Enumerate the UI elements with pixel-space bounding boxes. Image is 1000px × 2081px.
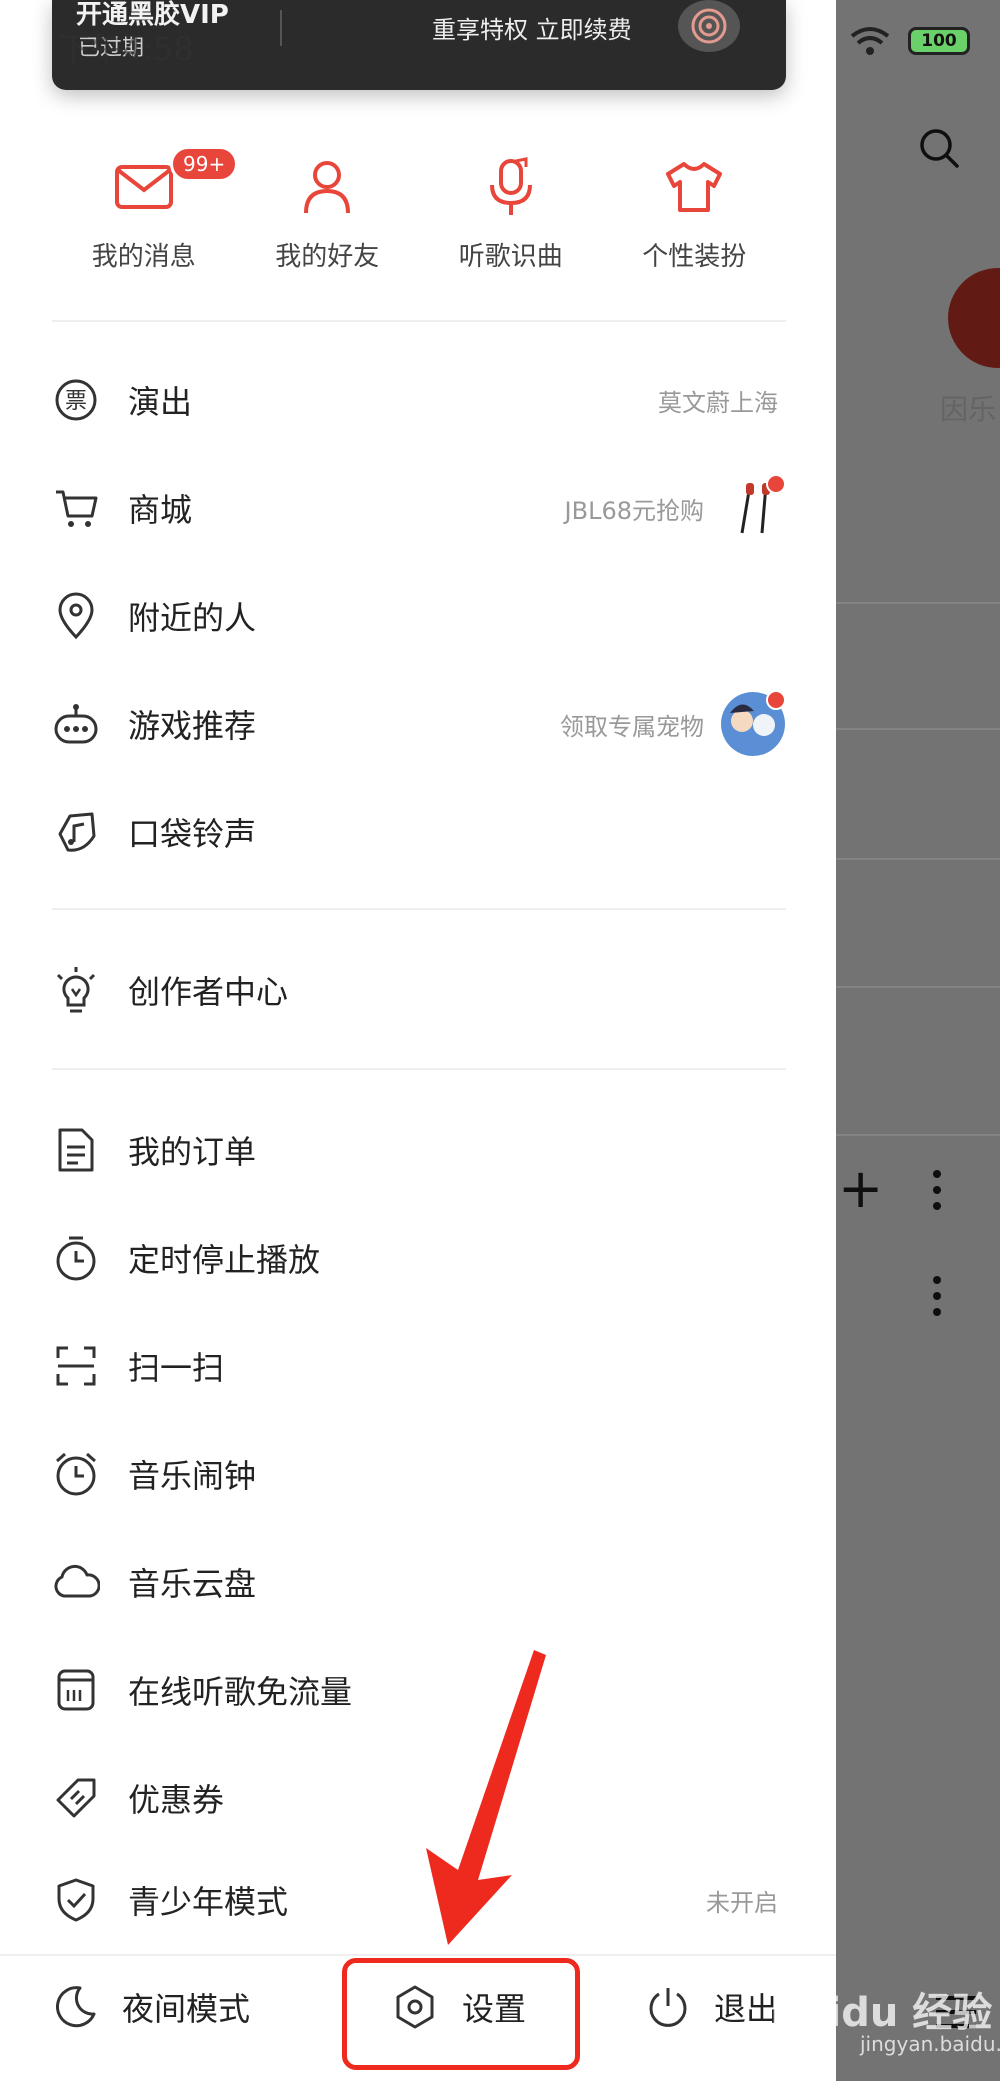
section-divider <box>52 320 786 322</box>
section-divider <box>52 908 786 910</box>
background-divider <box>836 728 1000 730</box>
menu-item-scan[interactable]: 扫一扫 <box>52 1326 786 1406</box>
menu-item-label: 扫一扫 <box>128 1349 225 1387</box>
tshirt-icon <box>659 152 729 222</box>
section-divider <box>52 1068 786 1070</box>
sim-card-icon <box>52 1666 100 1714</box>
ticket-icon: 票 <box>52 376 100 424</box>
menu-item-label: 音乐闹钟 <box>128 1457 257 1495</box>
menu-item-music-alarm[interactable]: 音乐闹钟 <box>52 1434 786 1514</box>
mic-music-icon <box>476 152 546 222</box>
menu-item-label: 创作者中心 <box>128 973 289 1011</box>
lightbulb-icon <box>52 966 100 1014</box>
new-dot <box>766 474 786 494</box>
background-divider <box>836 602 1000 604</box>
menu-item-label: 定时停止播放 <box>128 1241 321 1279</box>
settings-highlight-box <box>342 1958 580 2070</box>
quick-action-label: 我的消息 <box>91 242 196 272</box>
menu-item-label: 商城 <box>128 491 193 529</box>
ringtone-icon <box>52 808 100 856</box>
gamepad-icon <box>52 700 100 748</box>
menu-item-sleep-timer[interactable]: 定时停止播放 <box>52 1218 786 1298</box>
menu-item-label: 优惠券 <box>128 1781 225 1819</box>
side-drawer: 开通黑胶VIP 已过期 重享特权 立即续费 下午4:58 99+ 我的消息 我的… <box>0 0 836 2081</box>
menu-item-orders[interactable]: 我的订单 <box>52 1110 786 1190</box>
order-doc-icon <box>52 1126 100 1174</box>
timer-icon <box>52 1234 100 1282</box>
menu-item-mall[interactable]: 商城 JBL68元抢购 <box>52 468 786 548</box>
menu-item-hint: 莫文蔚上海 <box>658 388 778 417</box>
night-mode-button[interactable]: 夜间模式 <box>52 1984 250 2030</box>
menu-item-coupons[interactable]: 优惠券 <box>52 1758 786 1838</box>
menu-item-label: 游戏推荐 <box>128 707 257 745</box>
menu-item-hint: JBL68元抢购 <box>564 496 704 525</box>
person-icon <box>292 152 362 222</box>
menu-item-ringtones[interactable]: 口袋铃声 <box>52 792 786 872</box>
menu-item-label: 我的订单 <box>128 1133 257 1171</box>
watermark-brand: Baidu 经验 <box>770 1990 993 2036</box>
quick-action-messages[interactable]: 99+ 我的消息 <box>52 146 239 282</box>
quick-action-song-recognition[interactable]: 听歌识曲 <box>419 152 603 282</box>
menu-item-label: 口袋铃声 <box>128 815 257 853</box>
menu-item-shows[interactable]: 票 演出 莫文蔚上海 <box>52 360 786 440</box>
quick-actions: 99+ 我的消息 我的好友 听歌识曲 个性装扮 <box>52 146 787 282</box>
menu-item-hint: 领取专属宠物 <box>560 712 704 741</box>
menu-item-cloud-drive[interactable]: 音乐云盘 <box>52 1542 786 1622</box>
vip-renew-link[interactable]: 重享特权 立即续费 <box>432 10 632 45</box>
menu-item-hint: 未开启 <box>706 1888 778 1917</box>
scan-icon <box>52 1342 100 1390</box>
location-pin-icon <box>52 592 100 640</box>
watermark-url: jingyan.baidu.com <box>860 2032 1000 2056</box>
power-icon <box>649 1988 687 2027</box>
status-time: 下午4:58 <box>58 30 194 68</box>
quick-action-friends[interactable]: 我的好友 <box>236 152 420 282</box>
moon-icon <box>56 1986 96 2028</box>
menu-item-label: 音乐云盘 <box>128 1565 257 1603</box>
menu-item-games[interactable]: 游戏推荐 领取专属宠物 <box>52 684 786 764</box>
cart-icon <box>52 484 100 532</box>
mail-icon <box>109 152 179 222</box>
menu-item-label: 演出 <box>128 383 193 421</box>
menu-item-creator-center[interactable]: 创作者中心 <box>52 950 786 1030</box>
vip-divider <box>280 10 282 46</box>
quick-action-dressup[interactable]: 个性装扮 <box>603 152 787 282</box>
menu-item-teen-mode[interactable]: 青少年模式 未开启 <box>52 1860 786 1940</box>
menu-item-nearby[interactable]: 附近的人 <box>52 576 786 656</box>
menu-item-label: 在线听歌免流量 <box>128 1673 353 1711</box>
svg-text:票: 票 <box>65 389 87 414</box>
logout-button[interactable]: 退出 <box>646 1984 778 2030</box>
background-divider <box>836 986 1000 988</box>
message-count-badge: 99+ <box>170 146 239 182</box>
background-divider <box>836 1134 1000 1136</box>
menu-item-label: 青少年模式 <box>128 1883 289 1921</box>
quick-action-label: 我的好友 <box>275 242 380 272</box>
menu-item-free-data[interactable]: 在线听歌免流量 <box>52 1650 786 1730</box>
battery-indicator: 100 <box>908 27 970 55</box>
cloud-icon <box>52 1558 100 1606</box>
logout-label: 退出 <box>714 1990 779 2028</box>
alarm-clock-icon <box>52 1450 100 1498</box>
wifi-icon <box>850 27 890 55</box>
night-mode-label: 夜间模式 <box>122 1990 251 2028</box>
vinyl-disc-icon <box>678 0 740 52</box>
quick-action-label: 听歌识曲 <box>458 242 563 272</box>
coupon-icon <box>52 1774 100 1822</box>
new-dot <box>766 690 786 710</box>
background-divider <box>836 858 1000 860</box>
shield-check-icon <box>52 1876 100 1924</box>
quick-action-label: 个性装扮 <box>642 242 747 272</box>
menu-item-label: 附近的人 <box>128 599 257 637</box>
